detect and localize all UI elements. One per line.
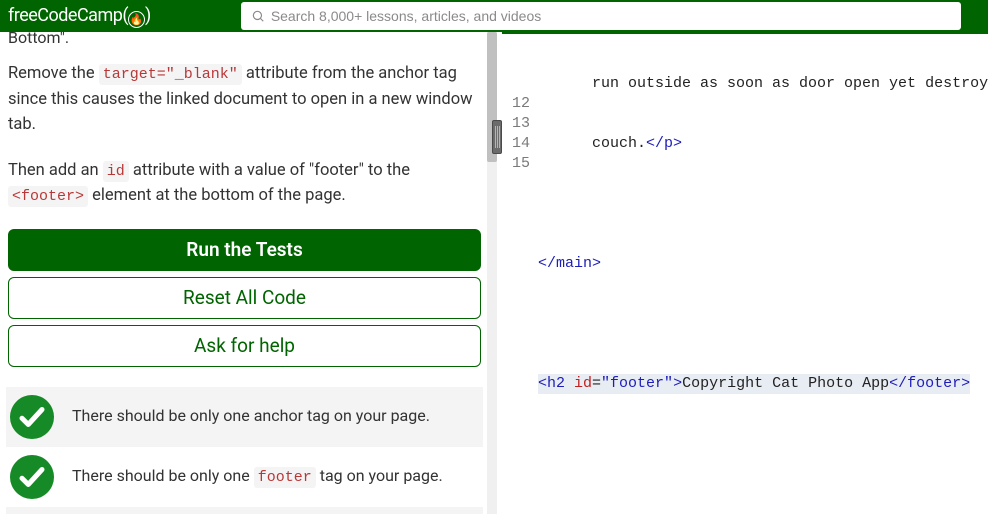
test-description: There should be only one footer tag on y… [72, 466, 443, 488]
instruction-paragraph-2: Then add an id attribute with a value of… [6, 158, 483, 209]
test-row: There should be only one anchor tag on y… [6, 387, 483, 447]
test-description: There should be only one anchor tag on y… [72, 406, 430, 427]
instruction-paragraph-1: Remove the target="_blank" attribute fro… [6, 61, 483, 138]
logo[interactable]: freeCodeCamp(🔥) [8, 5, 151, 28]
code-content[interactable]: run outside as soon as door open yet des… [538, 34, 988, 434]
line-gutter: 12 13 14 15 [502, 34, 538, 174]
flame-icon: 🔥 [128, 11, 145, 28]
test-pass-icon [10, 455, 54, 499]
test-row: There should be only one footer tag on y… [6, 447, 483, 507]
app-header: freeCodeCamp(🔥) [0, 0, 988, 32]
test-pass-icon [10, 395, 54, 439]
instructions-pane: Bottom". Remove the target="_blank" attr… [0, 32, 490, 514]
test-row: The a tag should have an href attribute … [6, 507, 483, 514]
ask-help-button[interactable]: Ask for help [8, 325, 481, 367]
code-editor-pane[interactable]: 12 13 14 15 run outside as soon as door … [502, 32, 988, 514]
main-split: Bottom". Remove the target="_blank" attr… [0, 32, 988, 514]
code-inline: id [103, 161, 129, 182]
truncated-text: Bottom". [6, 32, 483, 47]
search-icon [251, 9, 265, 23]
search-bar[interactable] [241, 2, 961, 30]
reset-code-button[interactable]: Reset All Code [8, 277, 481, 319]
pane-resize-handle[interactable] [492, 120, 502, 154]
code-inline: target="_blank" [99, 64, 242, 85]
code-inline: <footer> [8, 186, 88, 207]
test-results: There should be only one anchor tag on y… [6, 387, 483, 514]
run-tests-button[interactable]: Run the Tests [8, 229, 481, 271]
code-inline: footer [254, 467, 316, 488]
search-input[interactable] [271, 8, 951, 24]
